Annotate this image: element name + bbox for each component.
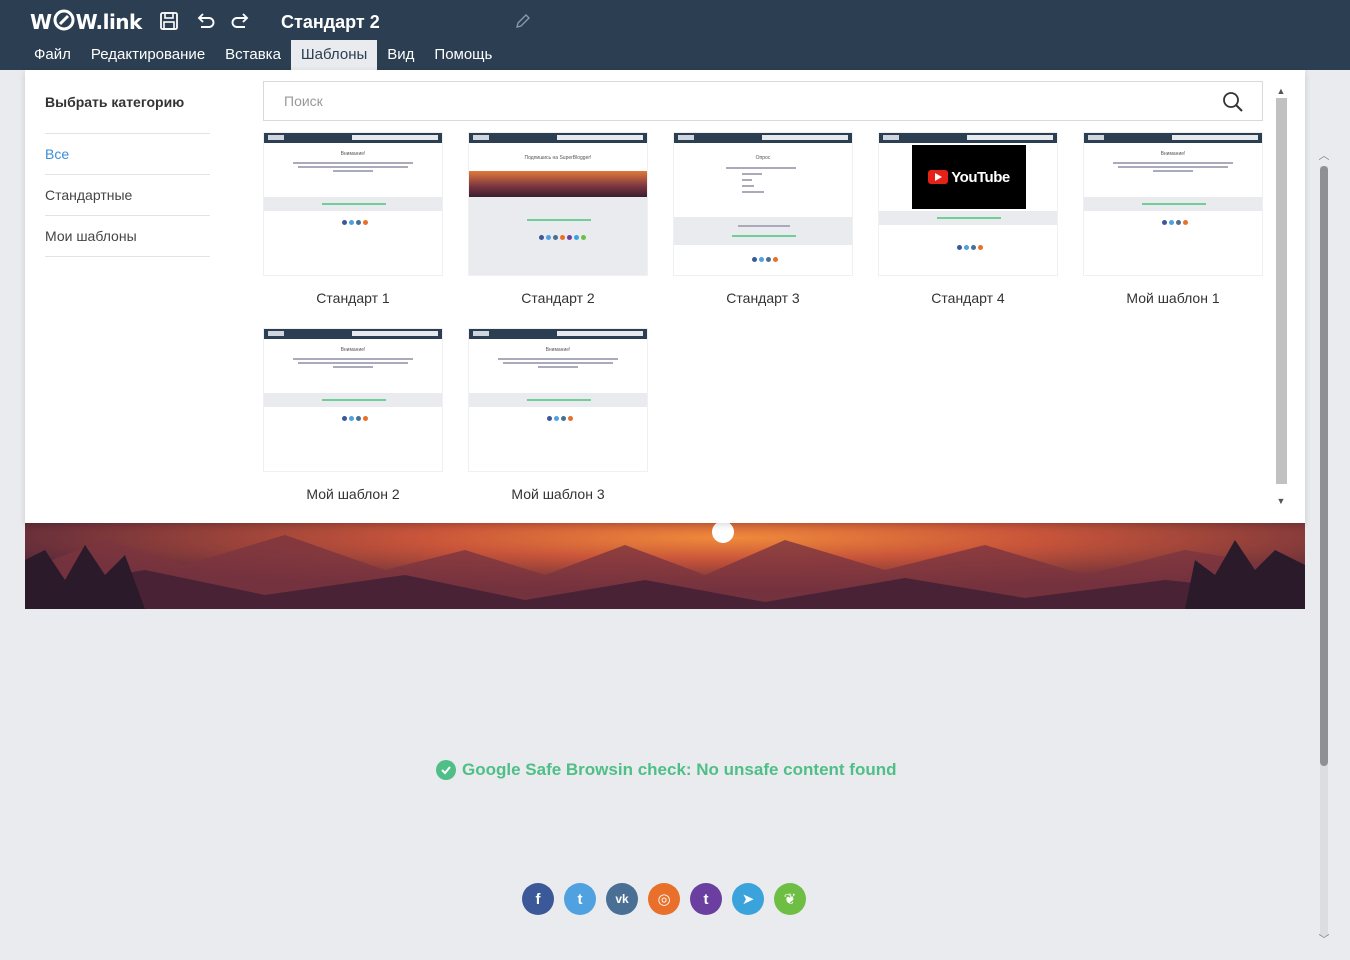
top-header: W W.link Стандарт 2 Файл Редактирование … (0, 0, 1350, 70)
scrollbar-thumb[interactable] (1320, 166, 1328, 766)
template-card-my-3[interactable]: Внимание! Мой шаблон 3 (468, 328, 648, 502)
template-card-standard-2[interactable]: Подпишись на SuperBlogger! Стандарт 2 (468, 132, 648, 306)
scroll-down-arrow-icon[interactable]: ▼ (1274, 496, 1288, 506)
menu-file[interactable]: Файл (24, 40, 81, 70)
templates-dialog: Выбрать категорию Все Стандартные Мои ша… (25, 70, 1305, 523)
dialog-scrollbar-thumb[interactable] (1276, 98, 1287, 484)
category-list: Все Стандартные Мои шаблоны (45, 133, 210, 257)
sunset-banner (25, 520, 1305, 609)
youtube-play-icon (928, 170, 949, 184)
template-thumbnail: Опрос (673, 132, 853, 276)
template-label: Мой шаблон 2 (306, 486, 400, 502)
menu-bar: Файл Редактирование Вставка Шаблоны Вид … (24, 40, 502, 70)
template-label: Стандарт 1 (316, 290, 390, 306)
template-label: Мой шаблон 3 (511, 486, 605, 502)
twitter-icon[interactable]: t (564, 883, 596, 915)
social-links: f t vk ◎ t ➤ ❦ (522, 883, 806, 915)
wowlink-logo[interactable]: W W.link (30, 8, 142, 36)
redo-icon[interactable] (230, 10, 252, 32)
evernote-icon[interactable]: ❦ (774, 883, 806, 915)
youtube-video-thumb: YouTube (912, 145, 1026, 209)
dialog-scrollbar[interactable]: ▲ ▼ (1274, 86, 1288, 506)
document-title[interactable]: Стандарт 2 (281, 12, 380, 33)
template-label: Стандарт 3 (726, 290, 800, 306)
category-title: Выбрать категорию (45, 94, 185, 110)
template-thumbnail: Внимание! (263, 132, 443, 276)
undo-icon[interactable] (194, 10, 216, 32)
logo-w: W (30, 10, 52, 34)
template-search (263, 81, 1263, 121)
safe-browsing-notice: Google Safe Browsin check: No unsafe con… (436, 760, 897, 780)
facebook-icon[interactable]: f (522, 883, 554, 915)
category-my-templates[interactable]: Мои шаблоны (45, 216, 210, 257)
chevron-up-icon[interactable]: ︿ (1318, 150, 1330, 162)
menu-view[interactable]: Вид (377, 40, 424, 70)
search-input[interactable] (264, 82, 1204, 120)
template-label: Стандарт 2 (521, 290, 595, 306)
template-thumbnail: YouTube (878, 132, 1058, 276)
chevron-down-icon[interactable]: ﹀ (1318, 934, 1330, 946)
template-thumbnail: Подпишись на SuperBlogger! (468, 132, 648, 276)
menu-help[interactable]: Помощь (424, 40, 502, 70)
category-standard[interactable]: Стандартные (45, 175, 210, 216)
pencil-icon[interactable] (514, 12, 532, 30)
save-icon[interactable] (158, 10, 180, 32)
menu-templates[interactable]: Шаблоны (290, 40, 378, 70)
template-card-standard-3[interactable]: Опрос Стандарт 3 (673, 132, 853, 306)
template-label: Мой шаблон 1 (1126, 290, 1220, 306)
scroll-up-arrow-icon[interactable]: ▲ (1274, 86, 1288, 96)
logo-o-icon (53, 9, 75, 36)
banner-thumb (469, 171, 647, 197)
template-label: Стандарт 4 (931, 290, 1005, 306)
category-all[interactable]: Все (45, 134, 210, 175)
shield-check-icon (436, 760, 456, 780)
template-card-my-2[interactable]: Внимание! Мой шаблон 2 (263, 328, 443, 502)
safe-check-text: Google Safe Browsin check: No unsafe con… (462, 760, 897, 779)
page-scrollbar[interactable]: ︿ ﹀ (1318, 150, 1330, 948)
template-thumbnail: Внимание! (263, 328, 443, 472)
vk-icon[interactable]: vk (606, 883, 638, 915)
menu-edit[interactable]: Редактирование (81, 40, 215, 70)
menu-insert[interactable]: Вставка (215, 40, 291, 70)
instagram-icon[interactable]: ◎ (648, 883, 680, 915)
template-card-my-1[interactable]: Внимание! Мой шаблон 1 (1083, 132, 1263, 306)
template-card-standard-1[interactable]: Внимание! Стандарт 1 (263, 132, 443, 306)
sun (712, 521, 734, 543)
template-thumbnail: Внимание! (1083, 132, 1263, 276)
telegram-icon[interactable]: ➤ (732, 883, 764, 915)
tumblr-icon[interactable]: t (690, 883, 722, 915)
template-thumbnail: Внимание! (468, 328, 648, 472)
logo-tail: W.link (75, 10, 143, 34)
search-icon[interactable] (1222, 91, 1244, 113)
template-card-standard-4[interactable]: YouTube Стандарт 4 (878, 132, 1058, 306)
